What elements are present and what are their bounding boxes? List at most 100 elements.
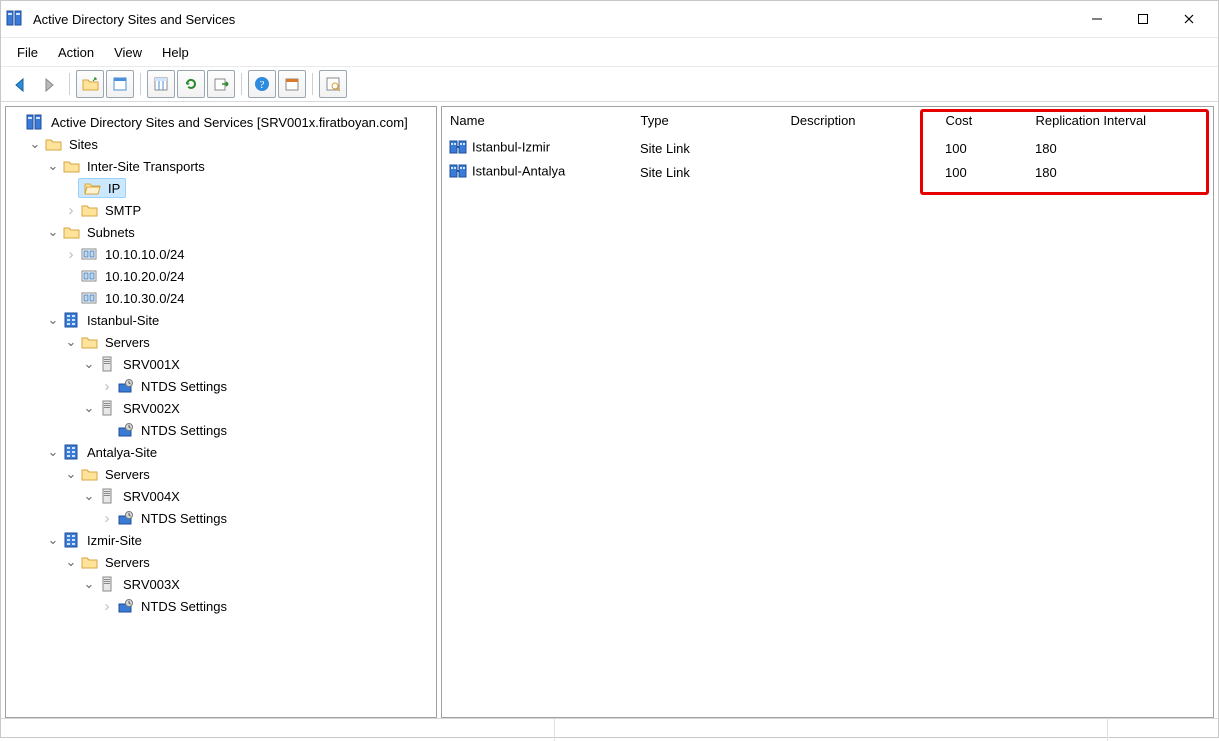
cell-name: Istanbul-Antalya — [472, 163, 565, 178]
tree-server-srv002x[interactable]: ⌄ SRV002X — [80, 397, 436, 419]
table-row[interactable]: Istanbul-Antalya Site Link 100 180 — [442, 160, 1213, 184]
twisty-icon — [64, 269, 78, 283]
schedule-button[interactable] — [278, 70, 306, 98]
export-button[interactable] — [207, 70, 235, 98]
menu-action[interactable]: Action — [48, 43, 104, 62]
col-description[interactable]: Description — [782, 107, 937, 136]
col-type[interactable]: Type — [632, 107, 782, 136]
menu-file[interactable]: File — [7, 43, 48, 62]
table-row[interactable]: Istanbul-Izmir Site Link 100 180 — [442, 136, 1213, 160]
chevron-right-icon[interactable]: › — [100, 379, 114, 393]
tree-site-label: Antalya-Site — [84, 444, 160, 461]
chevron-down-icon[interactable]: ⌄ — [46, 313, 60, 327]
twisty-icon — [64, 181, 78, 195]
window-title: Active Directory Sites and Services — [33, 12, 1074, 27]
cell-cost: 100 — [937, 136, 1027, 160]
folder-icon — [80, 201, 98, 219]
tree-server-srv001x[interactable]: ⌄ SRV001X — [80, 353, 436, 375]
tree-site-antalya[interactable]: ⌄ Antalya-Site — [44, 441, 436, 463]
tree-servers[interactable]: ⌄Servers — [62, 463, 436, 485]
toolbar-separator — [140, 73, 141, 95]
folder-icon — [62, 223, 80, 241]
cell-name: Istanbul-Izmir — [472, 139, 550, 154]
refresh-button[interactable] — [177, 70, 205, 98]
tree-server-srv004x[interactable]: ⌄ SRV004X — [80, 485, 436, 507]
chevron-down-icon[interactable]: ⌄ — [82, 577, 96, 591]
tree-servers[interactable]: ⌄Servers — [62, 331, 436, 353]
back-button[interactable] — [5, 70, 33, 98]
col-replication-interval[interactable]: Replication Interval — [1027, 107, 1213, 136]
subnet-icon — [80, 245, 98, 263]
chevron-right-icon[interactable]: › — [100, 511, 114, 525]
tree-root[interactable]: Active Directory Sites and Services [SRV… — [8, 111, 436, 133]
tree-server-label: SRV001X — [120, 356, 183, 373]
folder-icon — [62, 157, 80, 175]
chevron-right-icon[interactable]: › — [64, 203, 78, 217]
tree-subnet-label: 10.10.30.0/24 — [102, 290, 188, 307]
folder-icon — [80, 553, 98, 571]
tree-site-istanbul[interactable]: ⌄Istanbul-Site — [44, 309, 436, 331]
tree-smtp-label: SMTP — [102, 202, 144, 219]
chevron-down-icon[interactable]: ⌄ — [82, 357, 96, 371]
tree-subnet[interactable]: 10.10.20.0/24 — [62, 265, 436, 287]
tree-ntds-settings[interactable]: ›NTDS Settings — [98, 375, 436, 397]
chevron-down-icon[interactable]: ⌄ — [28, 137, 42, 151]
titlebar: Active Directory Sites and Services — [1, 1, 1218, 38]
col-name[interactable]: Name — [442, 107, 632, 136]
chevron-down-icon[interactable]: ⌄ — [46, 225, 60, 239]
folder-icon — [44, 135, 62, 153]
tree-intersite-transports[interactable]: ⌄ Inter-Site Transports — [44, 155, 436, 177]
details-panel[interactable]: Name Type Description Cost Replication I… — [441, 106, 1214, 718]
site-icon — [62, 531, 80, 549]
app-icon — [7, 10, 25, 28]
tree-subnets[interactable]: ⌄ Subnets — [44, 221, 436, 243]
tree-server-label: SRV002X — [120, 400, 183, 417]
tree-sites[interactable]: ⌄ Sites — [26, 133, 436, 155]
chevron-down-icon[interactable]: ⌄ — [46, 445, 60, 459]
server-icon — [98, 399, 116, 417]
cell-repl: 180 — [1027, 136, 1213, 160]
tree-subnets-label: Subnets — [84, 224, 138, 241]
chevron-down-icon[interactable]: ⌄ — [82, 401, 96, 415]
chevron-down-icon[interactable]: ⌄ — [64, 467, 78, 481]
close-button[interactable] — [1166, 4, 1212, 34]
site-icon — [62, 311, 80, 329]
chevron-down-icon[interactable]: ⌄ — [64, 335, 78, 349]
menu-bar: File Action View Help — [1, 38, 1218, 67]
toolbar — [1, 67, 1218, 102]
maximize-button[interactable] — [1120, 4, 1166, 34]
tree-server-srv003x[interactable]: ⌄SRV003X — [80, 573, 436, 595]
up-folder-button[interactable] — [76, 70, 104, 98]
tree-subnet-label: 10.10.10.0/24 — [102, 246, 188, 263]
col-cost[interactable]: Cost — [937, 107, 1027, 136]
menu-view[interactable]: View — [104, 43, 152, 62]
forward-button[interactable] — [35, 70, 63, 98]
tree-panel[interactable]: Active Directory Sites and Services [SRV… — [5, 106, 437, 718]
tree-ntds-settings[interactable]: ›NTDS Settings — [98, 595, 436, 617]
tree-ip[interactable]: IP — [62, 177, 436, 199]
site-icon — [62, 443, 80, 461]
tree-server-label: SRV004X — [120, 488, 183, 505]
toolbar-separator — [241, 73, 242, 95]
chevron-down-icon[interactable]: ⌄ — [46, 533, 60, 547]
find-button[interactable] — [319, 70, 347, 98]
chevron-right-icon[interactable]: › — [100, 599, 114, 613]
properties-button[interactable] — [106, 70, 134, 98]
tree-subnet[interactable]: › 10.10.10.0/24 — [62, 243, 436, 265]
chevron-down-icon[interactable]: ⌄ — [82, 489, 96, 503]
chevron-down-icon[interactable]: ⌄ — [64, 555, 78, 569]
tree-site-izmir[interactable]: ⌄Izmir-Site — [44, 529, 436, 551]
help-button[interactable] — [248, 70, 276, 98]
chevron-down-icon[interactable]: ⌄ — [46, 159, 60, 173]
tree-ist-label: Inter-Site Transports — [84, 158, 208, 175]
export-list-button[interactable] — [147, 70, 175, 98]
tree-ntds-settings[interactable]: ›NTDS Settings — [98, 507, 436, 529]
tree-smtp[interactable]: › SMTP — [62, 199, 436, 221]
tree-subnet[interactable]: 10.10.30.0/24 — [62, 287, 436, 309]
chevron-right-icon[interactable]: › — [64, 247, 78, 261]
minimize-button[interactable] — [1074, 4, 1120, 34]
tree-ntds-settings[interactable]: NTDS Settings — [98, 419, 436, 441]
cell-description — [782, 136, 937, 160]
menu-help[interactable]: Help — [152, 43, 199, 62]
tree-servers[interactable]: ⌄Servers — [62, 551, 436, 573]
